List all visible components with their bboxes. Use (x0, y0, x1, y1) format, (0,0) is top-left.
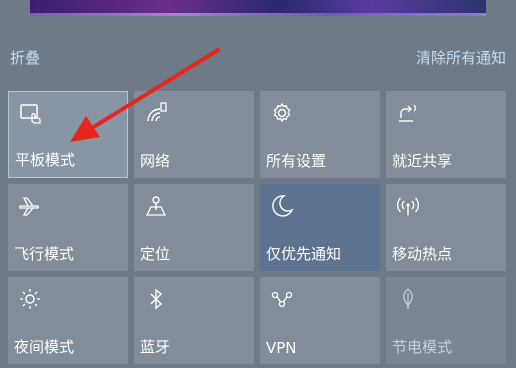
tile-battery-saver[interactable]: 节电模式 (386, 277, 506, 364)
tile-label: 蓝牙 (140, 338, 171, 356)
collapse-button[interactable]: 折叠 (10, 47, 40, 68)
tile-label: 仅优先通知 (266, 245, 342, 263)
battery-saver-icon (403, 288, 413, 309)
location-icon (145, 196, 167, 216)
network-icon (147, 102, 167, 122)
tile-mobile-hotspot[interactable]: 移动热点 (386, 184, 506, 271)
tile-location[interactable]: 定位 (134, 184, 254, 271)
tile-label: 夜间模式 (14, 338, 75, 356)
notification-banner-image (30, 0, 486, 16)
tile-priority-only[interactable]: 仅优先通知 (260, 184, 380, 271)
tile-label: 平板模式 (15, 151, 76, 169)
tablet-mode-icon (20, 104, 41, 124)
airplane-icon (19, 197, 39, 216)
tile-bluetooth[interactable]: 蓝牙 (134, 277, 254, 364)
hotspot-icon (396, 197, 420, 216)
tile-nearby-share[interactable]: 就近共享 (386, 91, 506, 178)
tile-label: 移动热点 (392, 245, 453, 263)
gear-icon (273, 102, 291, 123)
tile-label: 飞行模式 (14, 245, 75, 263)
tile-label: 节电模式 (392, 338, 453, 356)
nearby-share-icon (399, 104, 416, 122)
night-light-icon (20, 289, 40, 309)
vpn-icon (271, 291, 293, 308)
bluetooth-icon (150, 288, 163, 310)
tile-label: VPN (266, 339, 297, 357)
tile-label: 网络 (140, 152, 171, 170)
tile-label: 定位 (140, 245, 171, 263)
tile-night-light[interactable]: 夜间模式 (8, 277, 128, 364)
tile-vpn[interactable]: VPN (260, 277, 380, 364)
tile-all-settings[interactable]: 所有设置 (260, 91, 380, 178)
tile-label: 就近共享 (392, 152, 453, 170)
tile-network[interactable]: 网络 (134, 91, 254, 178)
tile-airplane-mode[interactable]: 飞行模式 (8, 184, 128, 271)
moon-icon (272, 195, 294, 217)
tile-label: 所有设置 (266, 152, 327, 170)
tile-tablet-mode[interactable]: 平板模式 (8, 91, 128, 178)
clear-all-notifications-button[interactable]: 清除所有通知 (416, 47, 506, 68)
